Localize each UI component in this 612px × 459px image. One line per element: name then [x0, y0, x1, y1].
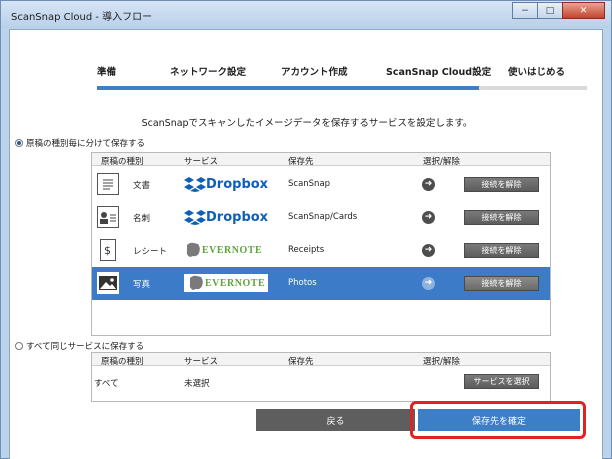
photo-icon [97, 272, 119, 294]
header-destination: 保存先 [288, 357, 314, 367]
row-destination: Receipts [288, 245, 325, 255]
step-account: アカウント作成 [281, 67, 348, 78]
row-doc-type: すべて [94, 379, 119, 389]
close-button[interactable]: ✕ [562, 2, 605, 19]
dropbox-logo-icon: Dropbox [184, 209, 268, 225]
disconnect-button[interactable]: 接続を解除 [464, 210, 539, 225]
step-prepare: 準備 [97, 67, 117, 78]
arrow-right-icon: ➜ [422, 211, 435, 224]
progress-bar [97, 86, 587, 90]
step-indicator: 準備 ネットワーク設定 アカウント作成 ScanSnap Cloud設定 使いは… [10, 64, 604, 78]
row-doc-type: 文書 [133, 181, 151, 191]
arrow-right-icon: ➜ [422, 244, 435, 257]
row-service: EVERNOTE [202, 244, 263, 256]
table-row-selected[interactable]: 写真 EVERNOTE Photos ➜ 接続を解除 [92, 267, 550, 300]
radio-option-by-type-label: 原稿の種別毎に分けて保存する [26, 139, 146, 149]
row-doc-type: 写真 [133, 280, 151, 290]
wizard-panel: 準備 ネットワーク設定 アカウント作成 ScanSnap Cloud設定 使いは… [9, 29, 603, 459]
disconnect-button[interactable]: 接続を解除 [464, 243, 539, 258]
back-button[interactable]: 戻る [256, 409, 415, 431]
radio-option-same-service[interactable]: すべて同じサービスに保存する [15, 340, 144, 352]
header-service: サービス [184, 357, 219, 367]
arrow-right-icon: ➜ [422, 277, 435, 290]
dropbox-logo-icon: Dropbox [184, 176, 268, 192]
maximize-button[interactable]: □ [537, 2, 563, 19]
highlight-frame [410, 401, 586, 439]
service-table-same: 原稿の種別 サービス 保存先 選択/解除 すべて 未選択 サービスを選択 [91, 352, 551, 402]
header-service: サービス [184, 157, 219, 167]
app-window: ScanSnap Cloud - 導入フロー − □ ✕ 準備 ネットワーク設定… [0, 0, 612, 459]
evernote-logo-icon: EVERNOTE [184, 274, 269, 292]
step-start: 使いはじめる [508, 67, 566, 78]
step-cloud-settings: ScanSnap Cloud設定 [386, 67, 492, 78]
table-header: 原稿の種別 サービス 保存先 選択/解除 [92, 353, 550, 367]
description-text: ScanSnapでスキャンしたイメージデータを保存するサービスを設定します。 [141, 118, 473, 129]
window-title: ScanSnap Cloud - 導入フロー [11, 12, 153, 23]
select-service-button[interactable]: サービスを選択 [464, 374, 539, 389]
header-select-remove: 選択/解除 [423, 357, 460, 367]
disconnect-button[interactable]: 接続を解除 [464, 177, 539, 192]
receipt-icon: $ [100, 239, 116, 261]
row-destination: Photos [288, 278, 317, 288]
business-card-icon [97, 206, 119, 228]
header-doc-type: 原稿の種別 [101, 157, 144, 167]
radio-button-selected-icon[interactable] [15, 139, 23, 147]
radio-button-icon[interactable] [15, 342, 23, 350]
row-service: 未選択 [184, 379, 210, 389]
arrow-right-icon: ➜ [422, 178, 435, 191]
table-row[interactable]: 名刺 Dropbox ScanSnap/Cards ➜ 接続を解除 [92, 201, 550, 234]
table-row[interactable]: すべて 未選択 サービスを選択 [92, 367, 550, 401]
row-service: Dropbox [206, 176, 269, 192]
header-doc-type: 原稿の種別 [101, 357, 144, 367]
row-doc-type: 名刺 [133, 214, 151, 224]
row-destination: ScanSnap [288, 179, 331, 189]
title-bar: ScanSnap Cloud - 導入フロー − □ ✕ [1, 1, 611, 28]
window-controls: − □ ✕ [512, 2, 605, 19]
table-header: 原稿の種別 サービス 保存先 選択/解除 [92, 153, 550, 167]
header-destination: 保存先 [288, 157, 314, 167]
table-row[interactable]: $ レシート EVERNOTE Receipts ➜ 接続を解除 [92, 234, 550, 267]
radio-option-by-type[interactable]: 原稿の種別毎に分けて保存する [15, 137, 145, 149]
disconnect-button[interactable]: 接続を解除 [464, 276, 539, 291]
radio-option-same-service-label: すべて同じサービスに保存する [26, 342, 145, 352]
progress-bar-fill [97, 86, 480, 90]
svg-text:$: $ [104, 244, 111, 257]
document-icon [97, 173, 119, 195]
row-destination: ScanSnap/Cards [288, 212, 358, 222]
evernote-logo-icon: EVERNOTE [184, 241, 262, 259]
row-service: EVERNOTE [205, 277, 266, 289]
table-row[interactable]: 文書 Dropbox ScanSnap ➜ 接続を解除 [92, 168, 550, 201]
header-select-remove: 選択/解除 [423, 157, 460, 167]
row-doc-type: レシート [133, 247, 168, 257]
service-table-by-type: 原稿の種別 サービス 保存先 選択/解除 文書 Dropbox ScanSnap… [91, 152, 551, 336]
row-service: Dropbox [206, 209, 269, 225]
step-network: ネットワーク設定 [170, 67, 247, 78]
minimize-button[interactable]: − [512, 2, 538, 19]
